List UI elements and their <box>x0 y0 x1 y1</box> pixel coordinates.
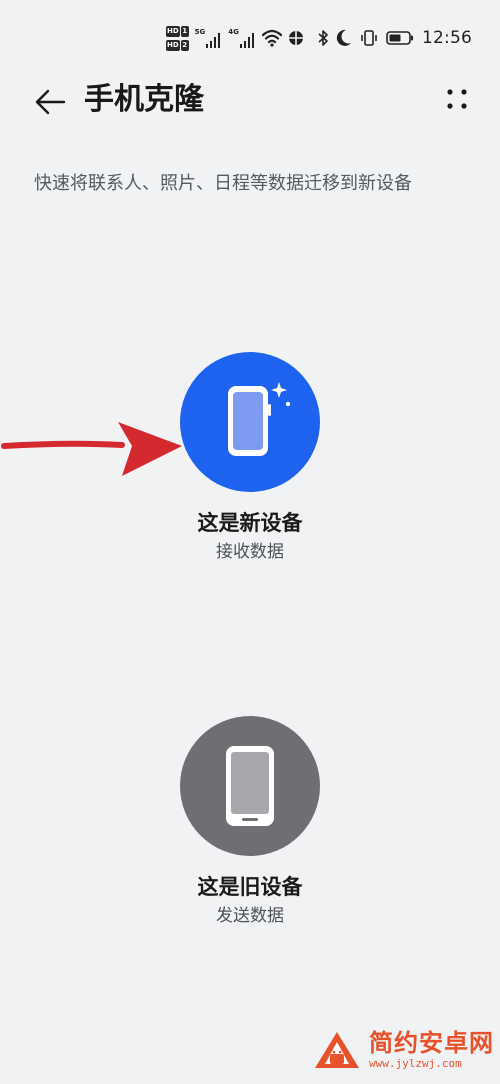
sim1-hd-label: HD <box>166 25 180 37</box>
network2-signal: 4G <box>228 28 256 48</box>
sim2-badge: HD 2 <box>166 39 189 51</box>
watermark-text: 简约安卓网 www.jylzwj.com <box>369 1029 494 1071</box>
page-title: 手机克隆 <box>84 82 204 117</box>
sim-indicators: HD 1 HD 2 <box>166 25 189 51</box>
watermark: 简约安卓网 www.jylzwj.com <box>311 1024 494 1076</box>
battery-icon <box>386 31 413 45</box>
vibrate-icon <box>361 30 377 46</box>
data-saver-icon <box>288 31 303 45</box>
sim2-hd-label: HD <box>166 39 180 51</box>
moon-icon <box>336 29 351 46</box>
android-logo-icon <box>315 1032 359 1068</box>
more-dots-icon <box>447 89 467 109</box>
back-arrow-icon <box>35 89 66 115</box>
status-bar: HD 1 HD 2 5G 4G 12:56 <box>0 0 500 72</box>
watermark-title: 简约安卓网 <box>369 1029 494 1057</box>
red-arrow-icon <box>1 422 182 476</box>
sim2-index: 2 <box>180 39 189 51</box>
status-time: 12:56 <box>422 28 472 48</box>
status-left: HD 1 HD 2 5G 4G <box>166 22 304 54</box>
old-device-sublabel: 发送数据 <box>216 906 284 926</box>
old-device-circle[interactable] <box>180 716 320 856</box>
more-options-button[interactable] <box>442 84 472 114</box>
page-subtitle: 快速将联系人、照片、日程等数据迁移到新设备 <box>34 173 412 194</box>
old-device-option[interactable]: 这是旧设备 发送数据 <box>130 716 370 928</box>
new-device-label: 这是新设备 <box>197 511 303 535</box>
status-right: 12:56 <box>318 26 472 50</box>
old-device-label: 这是旧设备 <box>197 875 303 899</box>
sim1-badge: HD 1 <box>166 25 189 37</box>
new-device-sublabel: 接收数据 <box>216 542 284 562</box>
back-button[interactable] <box>30 82 70 122</box>
new-device-circle[interactable] <box>180 352 320 492</box>
signal-bars-icon <box>239 33 254 48</box>
app-bar: 手机克隆 <box>0 72 500 128</box>
signal-bars-icon <box>206 33 221 48</box>
network1-signal: 5G <box>195 28 223 48</box>
watermark-url: www.jylzwj.com <box>369 1057 462 1070</box>
network1-label: 5G <box>194 28 206 36</box>
old-phone-icon <box>226 746 274 826</box>
sim1-index: 1 <box>180 25 189 37</box>
bluetooth-icon <box>318 30 328 46</box>
new-phone-sparkle-icon <box>228 382 291 456</box>
network2-label: 4G <box>228 28 239 36</box>
wifi-icon <box>261 29 282 47</box>
